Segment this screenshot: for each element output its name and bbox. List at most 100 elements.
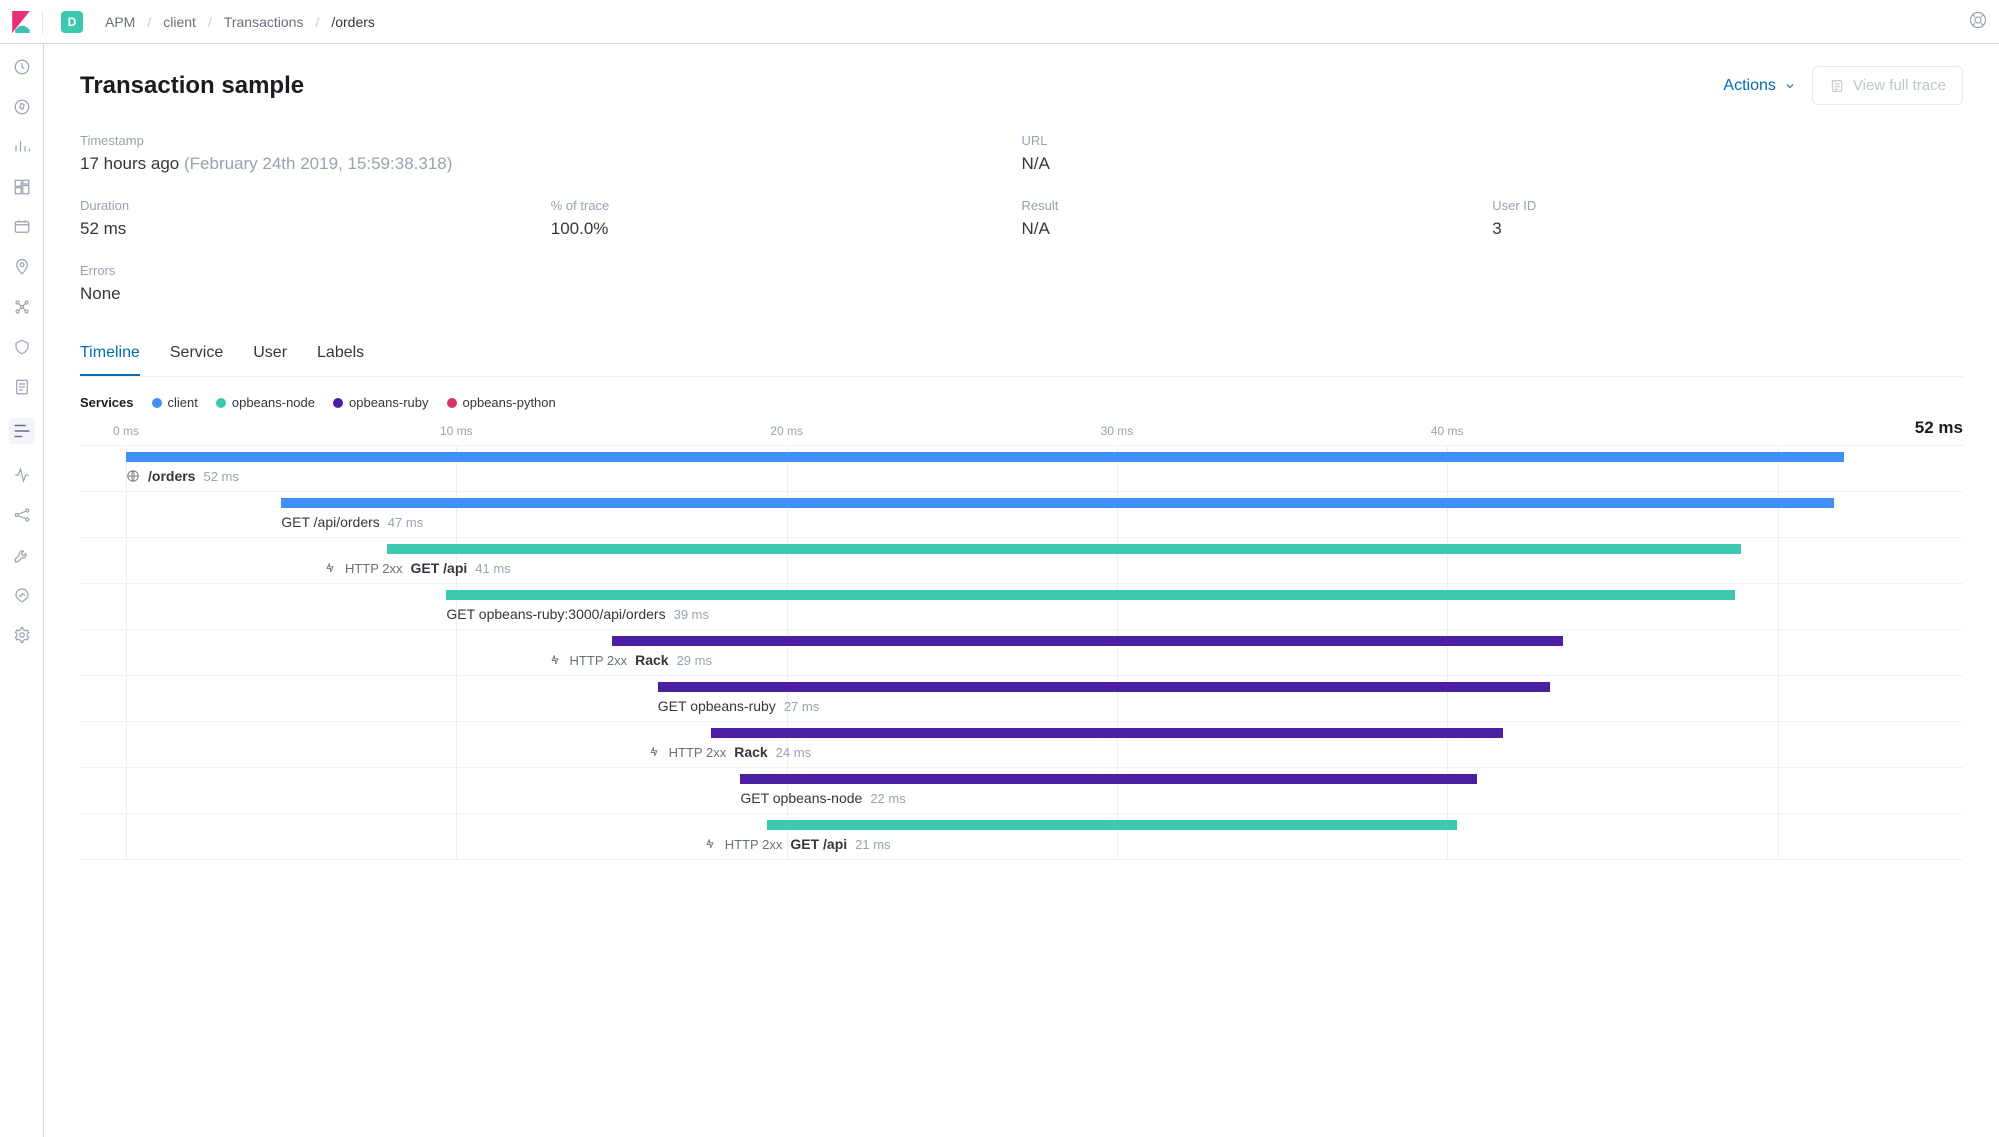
help-icon[interactable] [1969,11,1987,32]
document-icon [1829,78,1845,94]
nav-dashboard-icon[interactable] [13,178,31,196]
span-name: /orders [148,468,195,484]
divider [42,10,43,34]
gridline [456,814,457,859]
gridline [1778,676,1779,721]
waterfall-axis: 52 ms 0 ms10 ms20 ms30 ms40 ms [80,420,1963,446]
legend-name: client [168,395,198,410]
span-duration: 41 ms [475,561,510,576]
meta-errors-label: Errors [80,263,1963,278]
breadcrumb-current: /orders [331,14,375,30]
transaction-meta: Timestamp 17 hours ago (February 24th 20… [80,133,1963,304]
request-icon [323,561,337,575]
waterfall-row[interactable]: GET /api/orders 47 ms [80,492,1963,538]
span-label: GET opbeans-node 22 ms [740,790,905,806]
gridline [126,584,127,629]
span-bar [767,820,1457,830]
nav-apm-icon[interactable] [9,418,35,444]
tab-timeline[interactable]: Timeline [80,334,140,376]
gridline [456,722,457,767]
nav-logs-icon[interactable] [13,378,31,396]
nav-ml-icon[interactable] [13,298,31,316]
gridline [126,814,127,859]
nav-maps-icon[interactable] [13,258,31,276]
nav-discover-icon[interactable] [13,98,31,116]
tab-service[interactable]: Service [170,334,223,376]
axis-tick: 30 ms [1101,424,1134,438]
span-label: /orders52 ms [126,468,239,484]
legend-name: opbeans-node [232,395,315,410]
nav-management-icon[interactable] [13,626,31,644]
meta-errors-value: None [80,284,1963,304]
span-label: HTTP 2xxRack29 ms [548,652,712,668]
nav-timelion-icon[interactable] [13,218,31,236]
waterfall: /orders52 ms GET /api/orders 47 ms HTTP 2xx… [80,446,1963,860]
span-label: GET opbeans-ruby:3000/api/orders39 ms [446,606,709,622]
span-duration: 22 ms [870,791,905,806]
request-icon [548,653,562,667]
span-bar [740,774,1477,784]
side-nav [0,44,44,1137]
waterfall-row[interactable]: HTTP 2xxGET /api21 ms [80,814,1963,860]
span-name: GET /api [411,560,468,576]
waterfall-row[interactable]: GET opbeans-node 22 ms [80,768,1963,814]
span-name: GET /api/orders [281,514,380,530]
waterfall-row[interactable]: HTTP 2xxRack29 ms [80,630,1963,676]
span-bar [446,590,1734,600]
http-badge: HTTP 2xx [669,745,727,760]
tab-labels[interactable]: Labels [317,334,364,376]
gridline [126,630,127,675]
nav-devtools-icon[interactable] [13,546,31,564]
meta-url-value: N/A [1022,154,1964,174]
gridline [1778,584,1779,629]
meta-userid-label: User ID [1492,198,1963,213]
waterfall-row[interactable]: /orders52 ms [80,446,1963,492]
waterfall-row[interactable]: HTTP 2xxGET /api41 ms [80,538,1963,584]
axis-tick: 0 ms [113,424,139,438]
breadcrumb-apm[interactable]: APM [105,14,135,30]
waterfall-row[interactable]: HTTP 2xxRack24 ms [80,722,1963,768]
kibana-logo-icon[interactable] [12,11,30,33]
breadcrumb-client[interactable]: client [163,14,196,30]
top-bar: D APM / client / Transactions / /orders [0,0,1999,44]
space-selector[interactable]: D [61,11,83,33]
nav-monitoring-icon[interactable] [13,586,31,604]
span-name: GET opbeans-node [740,790,862,806]
legend-item[interactable]: client [152,395,198,410]
nav-recent-icon[interactable] [13,58,31,76]
tab-user[interactable]: User [253,334,287,376]
gridline [1778,538,1779,583]
legend-item[interactable]: opbeans-node [216,395,315,410]
nav-graph-icon[interactable] [13,506,31,524]
span-label: HTTP 2xxRack24 ms [647,744,811,760]
nav-uptime-icon[interactable] [13,466,31,484]
legend-title: Services [80,395,134,410]
breadcrumb: APM / client / Transactions / /orders [105,14,375,30]
legend-name: opbeans-python [463,395,556,410]
legend-item[interactable]: opbeans-ruby [333,395,429,410]
waterfall-row[interactable]: GET opbeans-ruby27 ms [80,676,1963,722]
meta-userid-value: 3 [1492,219,1963,239]
services-legend: Services client opbeans-node opbeans-ruby o… [80,395,1963,410]
span-duration: 47 ms [388,515,423,530]
span-bar [281,498,1833,508]
legend-dot-icon [216,398,226,408]
gridline [1778,768,1779,813]
actions-dropdown[interactable]: Actions [1723,77,1795,95]
nav-infrastructure-icon[interactable] [13,338,31,356]
breadcrumb-transactions[interactable]: Transactions [224,14,304,30]
breadcrumb-sep: / [315,14,319,30]
page-header: Transaction sample Actions View full tra… [80,66,1963,105]
meta-timestamp-label: Timestamp [80,133,1022,148]
waterfall-row[interactable]: GET opbeans-ruby:3000/api/orders39 ms [80,584,1963,630]
request-icon [647,745,661,759]
legend-dot-icon [447,398,457,408]
meta-result-label: Result [1022,198,1493,213]
nav-visualize-icon[interactable] [13,138,31,156]
request-icon [703,837,717,851]
span-label: HTTP 2xxGET /api41 ms [323,560,511,576]
legend-item[interactable]: opbeans-python [447,395,556,410]
axis-tick: 20 ms [770,424,803,438]
view-full-trace-button[interactable]: View full trace [1812,66,1963,105]
meta-duration-value: 52 ms [80,219,551,239]
